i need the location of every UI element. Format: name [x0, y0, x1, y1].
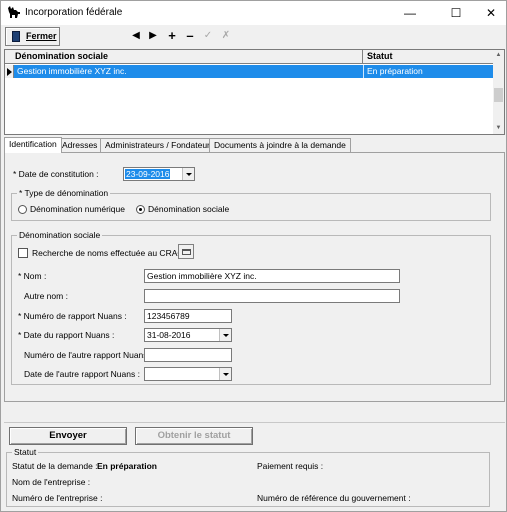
tab-identification[interactable]: Identification [4, 137, 62, 153]
folder-icon [182, 249, 191, 255]
scroll-up-icon[interactable]: ▲ [493, 50, 504, 61]
moose-icon [8, 6, 20, 18]
autre-nom-field[interactable] [144, 289, 400, 303]
door-icon [12, 31, 20, 42]
autre-nuans-date-value [146, 369, 148, 379]
scroll-down-icon[interactable]: ▼ [493, 123, 504, 134]
crac-label[interactable]: Recherche de noms effectuée au CRAC [32, 248, 184, 258]
plus-icon[interactable]: + [165, 29, 179, 43]
nuans-date-label: * Date du rapport Nuans : [18, 330, 115, 340]
status-legend: Statut [12, 447, 39, 457]
payment-label: Paiement requis : [257, 461, 324, 471]
close-button[interactable]: Fermer [5, 27, 60, 46]
denomination-sociale-group: Dénomination sociale Recherche de noms e… [11, 230, 491, 385]
x-icon[interactable]: ✗ [219, 29, 233, 43]
radio-sociale[interactable] [136, 205, 145, 214]
autre-nuans-number-field[interactable] [144, 348, 232, 362]
window-title: Incorporation fédérale [25, 7, 123, 18]
autre-nuans-number-label: Numéro de l'autre rapport Nuans : [24, 350, 153, 360]
cell-status[interactable]: En préparation [363, 65, 494, 78]
request-status-value: En préparation [97, 461, 157, 471]
main-window: Incorporation fédérale — ☐ ✕ Fermer ◀ ▶ … [0, 0, 507, 512]
grid-scrollbar[interactable]: ▲ ▼ [493, 50, 504, 134]
request-status-label: Statut de la demande : [12, 461, 98, 471]
status-group: Statut Statut de la demande : En prépara… [6, 447, 490, 507]
row-indicator-icon [5, 65, 14, 78]
tab-adresses[interactable]: Adresses [57, 138, 103, 152]
tab-documents[interactable]: Documents à joindre à la demande [209, 138, 351, 152]
nom-label: * Nom : [18, 271, 47, 281]
crac-checkbox[interactable] [18, 248, 28, 258]
identification-panel: * Date de constitution : 23-09-2016 * Ty… [4, 152, 505, 402]
minimize-button[interactable]: — [395, 4, 425, 22]
grid-header: Dénomination sociale Statut [5, 50, 494, 64]
date-constitution-label: * Date de constitution : [13, 169, 99, 179]
scroll-thumb[interactable] [494, 88, 503, 102]
company-name-label: Nom de l'entreprise : [12, 477, 91, 487]
type-denomination-legend: * Type de dénomination [17, 188, 111, 198]
get-status-button[interactable]: Obtenir le statut [135, 427, 253, 445]
radio-numerique-label[interactable]: Dénomination numérique [30, 204, 125, 214]
nom-field[interactable]: Gestion immobilière XYZ inc. [144, 269, 400, 283]
column-header-status[interactable]: Statut [367, 50, 393, 63]
gov-ref-label: Numéro de référence du gouvernement : [257, 493, 411, 503]
close-button-label: Fermer [26, 31, 57, 41]
open-folder-button[interactable] [178, 244, 194, 259]
autre-nom-label: Autre nom : [24, 291, 68, 301]
toolbar: Fermer ◀ ▶ + – ✓ ✗ [1, 25, 506, 48]
denomination-sociale-legend: Dénomination sociale [17, 230, 103, 240]
nuans-date-picker[interactable]: 31-08-2016 [144, 328, 232, 342]
action-bar: Envoyer Obtenir le statut [4, 422, 505, 448]
autre-nuans-date-picker[interactable] [144, 367, 232, 381]
column-header-name[interactable]: Dénomination sociale [15, 50, 108, 63]
company-number-label: Numéro de l'entreprise : [12, 493, 103, 503]
date-constitution-value: 23-09-2016 [125, 169, 171, 179]
nuans-number-field[interactable]: 123456789 [144, 309, 232, 323]
autre-nuans-date-label: Date de l'autre rapport Nuans : [24, 369, 140, 379]
type-denomination-group: * Type de dénomination Dénomination numé… [11, 188, 491, 221]
radio-numerique[interactable] [18, 205, 27, 214]
chevron-down-icon[interactable] [219, 368, 231, 380]
tab-administrateurs[interactable]: Administrateurs / Fondateurs [100, 138, 220, 152]
radio-sociale-label[interactable]: Dénomination sociale [148, 204, 229, 214]
nuans-number-label: * Numéro de rapport Nuans : [18, 311, 127, 321]
minus-icon[interactable]: – [183, 29, 197, 43]
table-row[interactable]: Gestion immobilière XYZ inc. En préparat… [5, 65, 494, 78]
nuans-date-value: 31-08-2016 [147, 330, 191, 340]
chevron-down-icon[interactable] [219, 329, 231, 341]
column-separator [362, 50, 363, 64]
date-constitution-picker[interactable]: 23-09-2016 [123, 167, 195, 181]
triangle-right-icon[interactable]: ▶ [146, 29, 160, 43]
companies-grid: Dénomination sociale Statut Gestion immo… [4, 49, 505, 135]
check-icon[interactable]: ✓ [201, 29, 215, 43]
cell-name[interactable]: Gestion immobilière XYZ inc. [14, 65, 363, 78]
close-window-button[interactable]: ✕ [476, 4, 506, 22]
chevron-down-icon[interactable] [182, 168, 194, 180]
send-button[interactable]: Envoyer [9, 427, 127, 445]
triangle-left-icon[interactable]: ◀ [129, 29, 143, 43]
title-bar: Incorporation fédérale — ☐ ✕ [1, 1, 506, 25]
maximize-button[interactable]: ☐ [441, 4, 471, 22]
